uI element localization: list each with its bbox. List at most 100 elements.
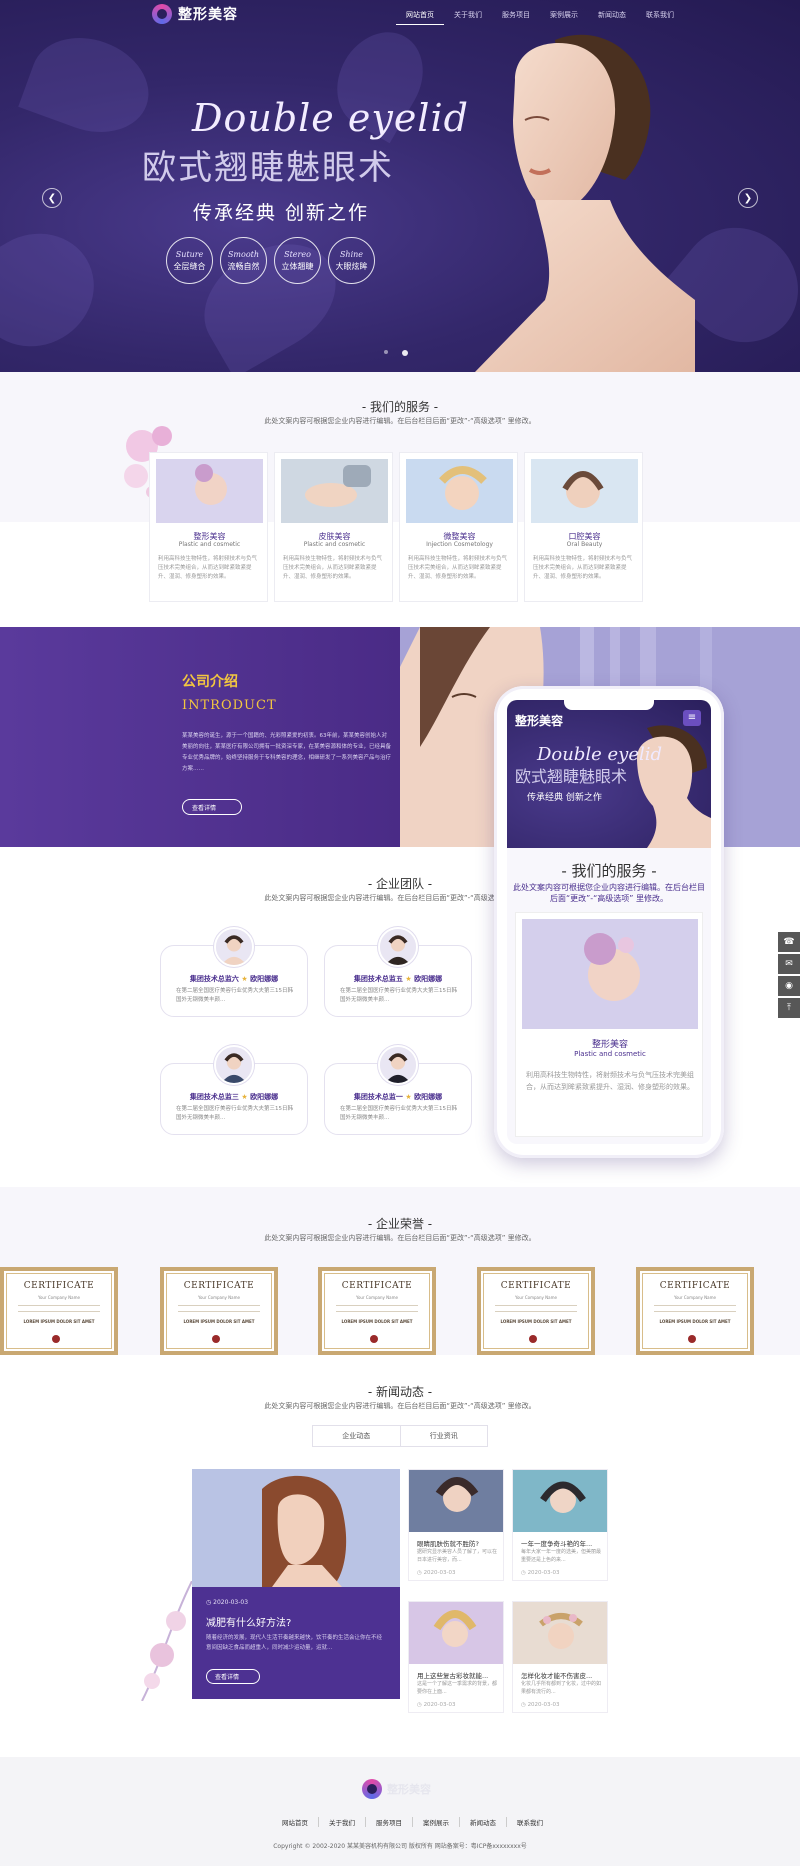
- service-image: [156, 459, 263, 523]
- news-card[interactable]: 用上这些复古彩妆就能... 这是一个了解这一季需求的背景，都要你在上面... ◷…: [408, 1601, 504, 1713]
- chevron-right-icon: ❯: [743, 192, 753, 204]
- hero-badge: Smooth 流畅自然: [220, 237, 267, 284]
- hero-subtitle: 传承经典 创新之作: [193, 202, 370, 224]
- phone-logo-text: 整形美容: [515, 714, 564, 728]
- tab-industry-news[interactable]: 行业资讯: [399, 1426, 488, 1446]
- footer-link-home[interactable]: 网站首页: [272, 1817, 318, 1827]
- footer-link-about[interactable]: 关于我们: [318, 1817, 365, 1827]
- hero-badges: Suture 全层缝合 Smooth 流畅自然 Stereo 立体翘睫 Shin…: [166, 237, 375, 284]
- service-card[interactable]: 微整美容 Injection Cosmetology 利用高科技生物特性，将射频…: [399, 452, 518, 602]
- nav-item-cases[interactable]: 案例展示: [540, 6, 588, 25]
- footer-logo[interactable]: 整形美容: [362, 1779, 431, 1799]
- hero-model-image: [475, 34, 695, 372]
- team-member-card[interactable]: 集团技术总监一 ★ 欧阳娜娜 在第二届全国医疗美容行业优秀大夫第三15日韩国外无…: [324, 1045, 472, 1137]
- about-description: 某某美容的诞生，源于一个国籍的、光彩照紧爱的初衷。63年前，某某美容创始人对美丽…: [182, 733, 392, 772]
- hero-badge: Suture 全层缝合: [166, 237, 213, 284]
- badge-cn: 流畅自然: [227, 261, 260, 271]
- member-desc: 在第二届全国医疗美容行业优秀大夫第三15日韩国外无钢微美丰颜...: [340, 1106, 458, 1121]
- floating-side-tools: ☎ ✉ ◉ ⤒: [778, 932, 800, 1020]
- clock-icon: ◷: [521, 1702, 526, 1708]
- news-title: - 新闻动态 -: [367, 1385, 433, 1399]
- news-card[interactable]: 怎样化妆才能不伤害皮... 化妆几乎所有都到了化妆，过中的如果都有流行的... …: [512, 1601, 608, 1713]
- badge-en: Shine: [339, 249, 364, 259]
- tab-company-news[interactable]: 企业动态: [313, 1426, 400, 1446]
- footer-link-contact[interactable]: 联系我们: [506, 1817, 553, 1827]
- hero-badge: Stereo 立体翘睫: [274, 237, 321, 284]
- badge-en: Stereo: [284, 249, 311, 259]
- hero-banner: 整形美容 网站首页 关于我们 服务项目 案例展示 新闻动态 联系我们 Doubl…: [0, 0, 800, 372]
- news-excerpt: 化妆几乎所有都到了化妆，过中的如果都有流行的...: [521, 1681, 602, 1695]
- chat-icon[interactable]: ✉: [778, 954, 800, 974]
- star-icon: ★: [241, 975, 248, 983]
- featured-news-card[interactable]: ◷ 2020-03-03 减肥有什么好方法? 随着经济的发展，现代人生活节奏越来…: [192, 1469, 400, 1699]
- certificate-image[interactable]: CERTIFICATE Your Company Name LOREM IPSU…: [477, 1267, 595, 1355]
- certificate-text: LOREM IPSUM DOLOR SIT AMET: [659, 1319, 731, 1324]
- certificate-image[interactable]: CERTIFICATE Your Company Name LOREM IPSU…: [0, 1267, 118, 1355]
- clock-icon: ◷: [417, 1570, 422, 1576]
- service-card[interactable]: 皮肤美容 Plastic and cosmetic 利用高科技生物特性，将射频技…: [274, 452, 393, 602]
- news-card[interactable]: 一年一度争奇斗艳的年... 每年大家一年一度的选美，但美丽最重要还是上色的来..…: [512, 1469, 608, 1581]
- service-card[interactable]: 整形美容 Plastic and cosmetic 利用高科技生物特性，将射频技…: [149, 452, 268, 602]
- footer: 整形美容 网站首页 关于我们 服务项目 案例展示 新闻动态 联系我们 Copyr…: [0, 1757, 800, 1866]
- phone-service-subtitle-en: Plastic and cosmetic: [574, 1050, 646, 1058]
- certificate-subtitle: Your Company Name: [515, 1295, 557, 1300]
- phone-icon[interactable]: ☎: [778, 932, 800, 952]
- about-title-cn: 公司介绍: [182, 674, 238, 690]
- phone-service-card[interactable]: 整形美容 Plastic and cosmetic 利用高科技生物特性，将射频技…: [515, 912, 703, 1137]
- member-name: 欧阳娜娜: [250, 975, 279, 983]
- service-desc: 利用高科技生物特性，将射频技术与负气压技术完美组合，从而达到眸紧致紧提升、湿润、…: [283, 556, 383, 580]
- footer-logo-text: 整形美容: [387, 1783, 431, 1796]
- nav-item-services[interactable]: 服务项目: [492, 6, 540, 25]
- nav-item-contact[interactable]: 联系我们: [636, 6, 684, 25]
- team-member-card[interactable]: 集团技术总监三 ★ 欧阳娜娜 在第二届全国医疗美容行业优秀大夫第三15日韩国外无…: [160, 1045, 308, 1137]
- seal-icon: [529, 1335, 537, 1343]
- news-card[interactable]: 眼睛肌肤伤就不胜防? 据研究显示美容人员了解了，可以在日本进行美容，而... ◷…: [408, 1469, 504, 1581]
- seal-icon: [212, 1335, 220, 1343]
- certificate-text: LOREM IPSUM DOLOR SIT AMET: [23, 1319, 95, 1324]
- nav-item-home[interactable]: 网站首页: [396, 6, 444, 25]
- news-date: ◷ 2020-03-03: [417, 1702, 456, 1708]
- footer-link-news[interactable]: 新闻动态: [459, 1817, 506, 1827]
- services-subtitle: 此处文案内容可根据您企业内容进行编辑。在后台栏目后面“更改”-“高级选项” 里修…: [264, 417, 536, 425]
- certificate-image[interactable]: CERTIFICATE Your Company Name LOREM IPSU…: [636, 1267, 754, 1355]
- service-subtitle-en: Plastic and cosmetic: [303, 541, 366, 548]
- certificate-line: [18, 1311, 100, 1312]
- footer-links: 网站首页 关于我们 服务项目 案例展示 新闻动态 联系我们: [272, 1817, 553, 1827]
- wechat-icon[interactable]: ◉: [778, 976, 800, 996]
- team-member-card[interactable]: 集团技术总监六 ★ 欧阳娜娜 在第二届全国医疗美容行业优秀大夫第三15日韩国外无…: [160, 927, 308, 1019]
- phone-service-title: 整形美容: [591, 1040, 628, 1050]
- certificate-line: [495, 1311, 577, 1312]
- nav-item-about[interactable]: 关于我们: [444, 6, 492, 25]
- phone-hero-title-en: Double eyelid: [537, 744, 663, 765]
- logo-icon: [362, 1779, 382, 1799]
- back-to-top-icon[interactable]: ⤒: [778, 998, 800, 1018]
- news-date: ◷ 2020-03-03: [521, 1702, 560, 1708]
- nav-item-news[interactable]: 新闻动态: [588, 6, 636, 25]
- certificate-image[interactable]: CERTIFICATE Your Company Name LOREM IPSU…: [318, 1267, 436, 1355]
- badge-en: Smooth: [227, 249, 260, 259]
- slider-prev-button[interactable]: ❮: [42, 188, 62, 208]
- service-card[interactable]: 口腔美容 Oral Beauty 利用高科技生物特性，将射频技术与负气压技术完美…: [524, 452, 643, 602]
- certificate-title: CERTIFICATE: [23, 1281, 95, 1291]
- service-image: [281, 459, 388, 523]
- member-role-title: 集团技术总监三: [189, 1093, 239, 1101]
- team-member-card[interactable]: 集团技术总监五 ★ 欧阳娜娜 在第二届全国医疗美容行业优秀大夫第三15日韩国外无…: [324, 927, 472, 1019]
- hamburger-menu-icon[interactable]: ≡: [683, 710, 701, 726]
- slider-dot-active[interactable]: [402, 350, 408, 356]
- phone-service-desc: 利用高科技生物特性，将射频技术与负气压技术完美组合，从而达到眸紧致紧提升、湿润、…: [526, 1071, 694, 1091]
- slider-dot[interactable]: [384, 350, 388, 354]
- certificate-image[interactable]: CERTIFICATE Your Company Name LOREM IPSU…: [160, 1267, 278, 1355]
- about-more-button[interactable]: 查看详情: [182, 799, 242, 815]
- site-logo[interactable]: 整形美容: [152, 4, 238, 24]
- footer-link-services[interactable]: 服务项目: [365, 1817, 412, 1827]
- member-name: 欧阳娜娜: [414, 1093, 443, 1101]
- featured-news-more-button[interactable]: 查看详情: [206, 1669, 260, 1684]
- service-subtitle-en: Oral Beauty: [566, 541, 603, 548]
- certificate-subtitle: Your Company Name: [38, 1295, 80, 1300]
- member-name: 欧阳娜娜: [250, 1093, 279, 1101]
- footer-link-cases[interactable]: 案例展示: [412, 1817, 459, 1827]
- phone-notch: [564, 700, 654, 710]
- slider-next-button[interactable]: ❯: [738, 188, 758, 208]
- phone-services-title: - 我们的服务 -: [561, 862, 657, 880]
- honors-section: - 企业荣誉 - 此处文案内容可根据您企业内容进行编辑。在后台栏目后面“更改”-…: [0, 1187, 800, 1355]
